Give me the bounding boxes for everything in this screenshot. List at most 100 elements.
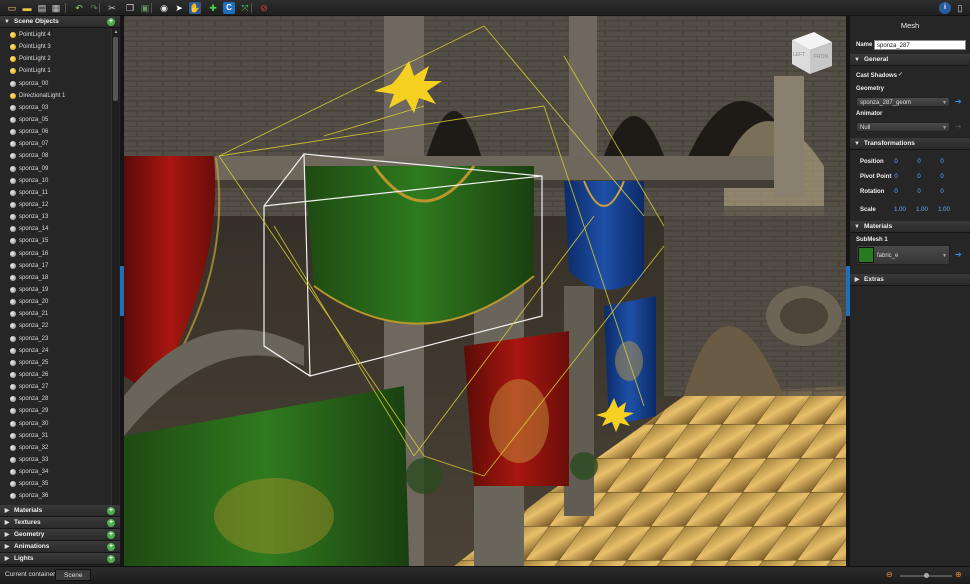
section-header-geometry[interactable]: ▶ Geometry +	[0, 529, 120, 541]
scene-object-item[interactable]: sponza_16	[0, 248, 111, 260]
scene-object-item[interactable]: PointLight 3	[0, 41, 111, 53]
scene-object-item[interactable]: sponza_31	[0, 430, 111, 442]
help-info-icon[interactable]: i	[939, 2, 951, 14]
position-y[interactable]: 0	[911, 159, 927, 165]
scene-object-item[interactable]: sponza_22	[0, 320, 111, 332]
zoom-slider-thumb[interactable]	[923, 573, 929, 578]
rotation-y[interactable]: 0	[911, 189, 927, 195]
position-x[interactable]: 0	[888, 159, 904, 165]
material-select[interactable]: fabric_e ▼	[856, 245, 950, 265]
pivot-z[interactable]: 0	[934, 174, 950, 180]
materials-section-header[interactable]: ▼ Materials	[850, 221, 970, 233]
scene-object-item[interactable]: sponza_35	[0, 478, 111, 490]
go-to-geometry-arrow-icon[interactable]: ➔	[955, 97, 962, 107]
add-scene-object-plus-icon[interactable]: +	[107, 18, 115, 26]
scene-object-item[interactable]: sponza_27	[0, 381, 111, 393]
cast-shadows-checkbox[interactable]: ✓	[898, 71, 903, 78]
scene-object-item[interactable]: PointLight 1	[0, 65, 111, 77]
delete-icon[interactable]: ⊘	[258, 2, 270, 14]
position-z[interactable]: 0	[934, 159, 950, 165]
undo-icon[interactable]: ↶	[73, 2, 85, 14]
add-textures-plus-icon[interactable]: +	[107, 519, 115, 527]
scene-objects-header[interactable]: ▼ Scene Objects +	[0, 16, 120, 28]
scene-list-scrollbar[interactable]: ▲ ▼	[111, 29, 119, 521]
scene-object-item[interactable]: sponza_13	[0, 211, 111, 223]
scene-object-item[interactable]: sponza_26	[0, 369, 111, 381]
scroll-up-arrow-icon[interactable]: ▲	[112, 29, 120, 36]
scene-object-item[interactable]: sponza_36	[0, 490, 111, 502]
select-pointer-icon[interactable]: ➤	[173, 2, 185, 14]
section-header-textures[interactable]: ▶ Textures +	[0, 517, 120, 529]
scene-object-item[interactable]: sponza_12	[0, 199, 111, 211]
scale-x[interactable]: 1.00	[892, 207, 908, 213]
scene-object-item[interactable]: sponza_29	[0, 405, 111, 417]
scene-object-item[interactable]: sponza_24	[0, 345, 111, 357]
scene-tab[interactable]: Scene	[55, 569, 92, 581]
zoom-in-icon[interactable]: ⊕	[955, 570, 962, 579]
copy-icon[interactable]: ❐	[124, 2, 136, 14]
section-header-lights[interactable]: ▶ Lights +	[0, 553, 120, 565]
scene-object-item[interactable]: sponza_08	[0, 150, 111, 162]
open-folder-icon[interactable]: ▬	[21, 2, 33, 14]
scene-object-item[interactable]: sponza_17	[0, 260, 111, 272]
geometry-select[interactable]: sponza_287_geom ▼	[856, 97, 950, 107]
pivot-y[interactable]: 0	[911, 174, 927, 180]
scene-object-item[interactable]: sponza_06	[0, 126, 111, 138]
general-section-header[interactable]: ▼ General	[850, 54, 970, 66]
scale-y[interactable]: 1.00	[914, 207, 930, 213]
scene-object-item[interactable]: sponza_10	[0, 175, 111, 187]
scene-object-item[interactable]: DirectionalLight 1	[0, 90, 111, 102]
scene-object-item[interactable]: sponza_11	[0, 187, 111, 199]
rotate-icon[interactable]: C	[223, 2, 235, 14]
scene-object-item[interactable]: sponza_20	[0, 296, 111, 308]
scene-object-item[interactable]: sponza_09	[0, 163, 111, 175]
scene-object-item[interactable]: sponza_14	[0, 223, 111, 235]
scrollbar-thumb[interactable]	[113, 37, 118, 101]
add-lights-plus-icon[interactable]: +	[107, 555, 115, 563]
scene-object-item[interactable]: sponza_30	[0, 418, 111, 430]
cut-icon[interactable]: ✂	[106, 2, 118, 14]
rotation-x[interactable]: 0	[888, 189, 904, 195]
scene-object-item[interactable]: PointLight 2	[0, 53, 111, 65]
document-icon[interactable]: ▯	[954, 2, 966, 14]
add-animations-plus-icon[interactable]: +	[107, 543, 115, 551]
section-header-animations[interactable]: ▶ Animations +	[0, 541, 120, 553]
scale-icon[interactable]: ⤧	[239, 2, 251, 14]
extras-section-header[interactable]: ▶ Extras	[850, 274, 970, 286]
scene-object-item[interactable]: sponza_18	[0, 272, 111, 284]
3d-viewport[interactable]: LEFT FRON	[124, 16, 846, 566]
save-icon[interactable]: ▦	[50, 2, 62, 14]
scene-object-item[interactable]: sponza_25	[0, 357, 111, 369]
scene-object-item[interactable]: sponza_07	[0, 138, 111, 150]
scene-object-item[interactable]: sponza_15	[0, 235, 111, 247]
scene-object-item[interactable]: PointLight 4	[0, 29, 111, 41]
zoom-slider[interactable]	[900, 573, 952, 578]
scene-object-item[interactable]: sponza_00	[0, 78, 111, 90]
go-to-material-arrow-icon[interactable]: ➔	[955, 250, 962, 260]
add-object-icon[interactable]: ✚	[207, 2, 219, 14]
transformations-section-header[interactable]: ▼ Transformations	[850, 138, 970, 150]
new-file-icon[interactable]: ▭	[6, 2, 18, 14]
zoom-out-icon[interactable]: ⊖	[886, 570, 893, 579]
name-label: Name	[856, 42, 873, 48]
scene-object-item[interactable]: sponza_23	[0, 333, 111, 345]
animator-select[interactable]: Null ▼	[856, 122, 950, 132]
scene-object-item[interactable]: sponza_32	[0, 442, 111, 454]
export-icon[interactable]: ▤	[36, 2, 48, 14]
scene-object-item[interactable]: sponza_34	[0, 466, 111, 478]
scale-z[interactable]: 1.00	[936, 207, 952, 213]
add-geometry-plus-icon[interactable]: +	[107, 531, 115, 539]
name-input[interactable]: sponza_287	[874, 40, 966, 50]
section-header-materials[interactable]: ▶ Materials +	[0, 505, 120, 517]
scene-object-item[interactable]: sponza_03	[0, 102, 111, 114]
scene-object-item[interactable]: sponza_28	[0, 393, 111, 405]
scene-object-item[interactable]: sponza_19	[0, 284, 111, 296]
scene-object-item[interactable]: sponza_05	[0, 114, 111, 126]
add-materials-plus-icon[interactable]: +	[107, 507, 115, 515]
scene-object-item[interactable]: sponza_33	[0, 454, 111, 466]
scene-object-item[interactable]: sponza_21	[0, 308, 111, 320]
pivot-x[interactable]: 0	[888, 174, 904, 180]
visibility-eye-icon[interactable]: ◉	[158, 2, 170, 14]
paste-icon[interactable]: ▣	[139, 2, 151, 14]
rotation-z[interactable]: 0	[934, 189, 950, 195]
